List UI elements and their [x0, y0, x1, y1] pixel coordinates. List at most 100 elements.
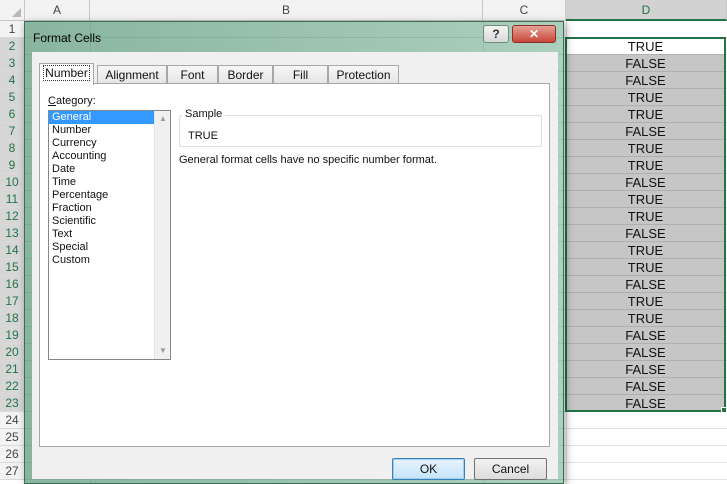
cell[interactable]: FALSE [566, 123, 725, 140]
cell[interactable]: FALSE [566, 344, 725, 361]
tab-label: Alignment [105, 68, 159, 82]
row-header[interactable]: 5 [0, 89, 25, 106]
cell[interactable]: TRUE [566, 157, 725, 174]
category-label-text: ategory: [55, 95, 96, 107]
tab-protection[interactable]: Protection [328, 65, 399, 84]
cell[interactable]: FALSE [566, 327, 725, 344]
row-header[interactable]: 24 [0, 412, 25, 429]
cancel-button[interactable]: Cancel [474, 458, 547, 480]
column-header-a[interactable]: A [25, 0, 90, 21]
row-header[interactable]: 22 [0, 378, 25, 395]
row-header[interactable]: 18 [0, 310, 25, 327]
row-header[interactable]: 17 [0, 293, 25, 310]
sample-value: TRUE [188, 130, 218, 142]
tab-label: Fill [292, 68, 309, 82]
cell[interactable]: TRUE [566, 89, 725, 106]
row-header[interactable]: 13 [0, 225, 25, 242]
category-item[interactable]: Accounting [49, 150, 170, 163]
column-d-values: TRUE FALSE FALSE TRUE TRUE FALSE TRUE TRUE FALSE… [566, 38, 725, 412]
scroll-down-icon[interactable]: ▼ [155, 343, 171, 359]
tab-font[interactable]: Font [167, 65, 218, 84]
category-item[interactable]: Percentage [49, 189, 170, 202]
active-cell[interactable]: TRUE [566, 38, 725, 55]
scroll-up-icon[interactable]: ▲ [155, 111, 171, 127]
category-label-accelerator: C [48, 95, 56, 107]
dialog-client: Number Alignment Font Border Fill Protec… [32, 52, 558, 480]
cell[interactable]: FALSE [566, 395, 725, 412]
row-header[interactable]: 20 [0, 344, 25, 361]
number-tab-panel: Category: General Number Currency Accountin… [39, 83, 550, 447]
tab-fill[interactable]: Fill [273, 65, 328, 84]
format-description: General format cells have no specific nu… [179, 154, 438, 166]
row-header[interactable]: 27 [0, 463, 25, 480]
category-item[interactable]: Custom [49, 254, 170, 267]
cell[interactable]: TRUE [566, 293, 725, 310]
cell[interactable]: TRUE [566, 191, 725, 208]
cell[interactable]: FALSE [566, 378, 725, 395]
row-header[interactable]: 26 [0, 446, 25, 463]
column-header-c[interactable]: C [483, 0, 566, 21]
row-header[interactable]: 6 [0, 106, 25, 123]
row-header[interactable]: 15 [0, 259, 25, 276]
tab-label: Font [180, 68, 205, 82]
category-item[interactable]: Number [49, 124, 170, 137]
category-listbox[interactable]: General Number Currency Accounting Date Time P… [48, 110, 171, 360]
category-scrollbar[interactable]: ▲ ▼ [154, 111, 170, 359]
row-header[interactable]: 11 [0, 191, 25, 208]
row-header[interactable]: 3 [0, 55, 25, 72]
category-item[interactable]: Time [49, 176, 170, 189]
category-item[interactable]: Text [49, 228, 170, 241]
close-button[interactable]: ✕ [512, 25, 556, 43]
category-item[interactable]: Special [49, 241, 170, 254]
category-item[interactable]: Currency [49, 137, 170, 150]
cell[interactable]: TRUE [566, 140, 725, 157]
row-header[interactable]: 12 [0, 208, 25, 225]
row-header[interactable]: 9 [0, 157, 25, 174]
row-header[interactable]: 21 [0, 361, 25, 378]
tab-border[interactable]: Border [218, 65, 273, 84]
ok-button[interactable]: OK [392, 458, 465, 480]
cell[interactable]: FALSE [566, 55, 725, 72]
row-headers: 1 2 3 4 5 6 7 8 9 10 11 12 13 14 15 16 17 18 19 20 21 22 23 24 2… [0, 21, 25, 480]
select-all-corner[interactable] [0, 0, 25, 21]
cell[interactable]: FALSE [566, 72, 725, 89]
column-header-d[interactable]: D [566, 0, 727, 21]
category-label: Category: [48, 95, 96, 107]
row-header[interactable]: 1 [0, 21, 25, 38]
category-items: General Number Currency Accounting Date Time P… [49, 111, 170, 267]
column-header-b[interactable]: B [90, 0, 483, 21]
tab-label: Border [227, 68, 264, 82]
cell[interactable]: FALSE [566, 276, 725, 293]
category-item[interactable]: Date [49, 163, 170, 176]
row-header[interactable]: 14 [0, 242, 25, 259]
row-header[interactable]: 10 [0, 174, 25, 191]
sample-label: Sample [182, 108, 226, 120]
row-header[interactable]: 8 [0, 140, 25, 157]
cell[interactable]: TRUE [566, 259, 725, 276]
tab-label: Number [43, 65, 90, 81]
row-header[interactable]: 23 [0, 395, 25, 412]
cell[interactable]: FALSE [566, 225, 725, 242]
cell[interactable]: TRUE [566, 242, 725, 259]
row-header[interactable]: 25 [0, 429, 25, 446]
row-header[interactable]: 4 [0, 72, 25, 89]
cell[interactable]: FALSE [566, 361, 725, 378]
sample-group [179, 115, 542, 147]
row-header[interactable]: 2 [0, 38, 25, 55]
cell[interactable]: FALSE [566, 174, 725, 191]
row-header[interactable]: 19 [0, 327, 25, 344]
row-header[interactable]: 7 [0, 123, 25, 140]
tab-label: Protection [336, 68, 391, 82]
category-item[interactable]: Scientific [49, 215, 170, 228]
help-button[interactable]: ? [483, 25, 509, 43]
fill-handle[interactable] [721, 407, 727, 413]
category-item[interactable]: General [49, 111, 170, 124]
cell[interactable]: TRUE [566, 106, 725, 123]
tab-alignment[interactable]: Alignment [97, 65, 167, 84]
row-header[interactable]: 16 [0, 276, 25, 293]
cell[interactable]: TRUE [566, 208, 725, 225]
dialog-titlebar[interactable]: Format Cells ? ✕ [25, 22, 563, 52]
tab-number[interactable]: Number [39, 63, 94, 85]
cell[interactable]: TRUE [566, 310, 725, 327]
category-item[interactable]: Fraction [49, 202, 170, 215]
